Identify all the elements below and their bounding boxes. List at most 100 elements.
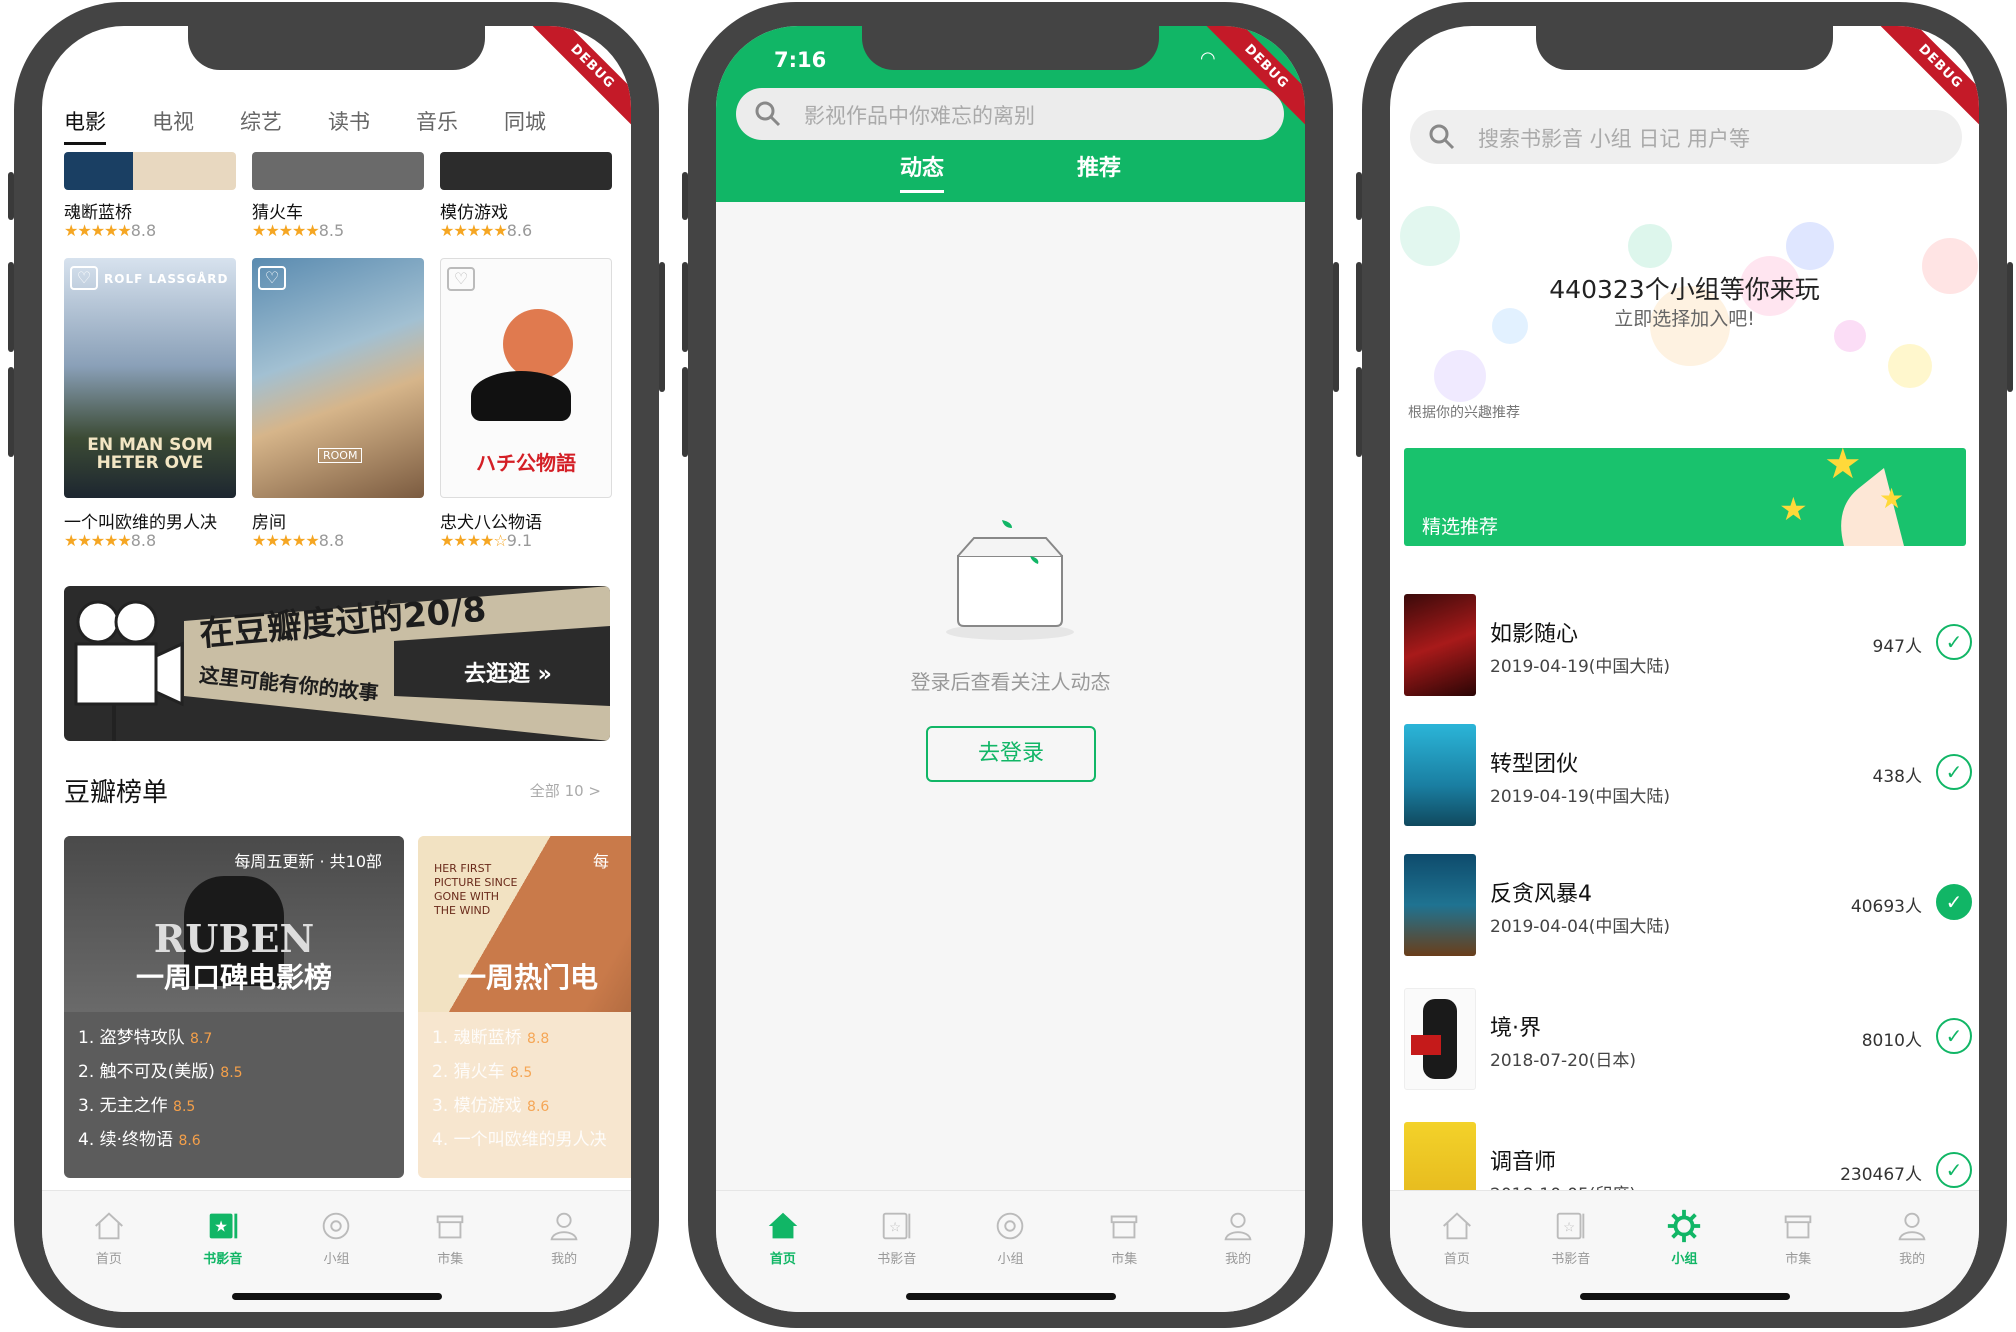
profile-icon [550, 1212, 578, 1241]
tab-books[interactable]: 读书 [328, 106, 370, 145]
recommend-label: 根据你的兴趣推荐 [1408, 405, 1520, 421]
joined-check-icon[interactable]: ✓ [1936, 884, 1972, 920]
media-icon: ★ [209, 1213, 237, 1239]
list-item[interactable]: 4. 续·终物语 8.6 [78, 1124, 243, 1158]
tab-home[interactable]: 首页 [726, 1191, 840, 1312]
ranking-name: 一周口碑电影榜 [135, 961, 332, 994]
poster-trainspotting[interactable] [252, 152, 424, 190]
add-wishlist-icon: ♡ [70, 266, 98, 290]
stars-icon: ★★★★☆ [440, 531, 508, 550]
list-item[interactable]: 反贪风暴4 2019-04-04(中国大陆) 40693人 ✓ [1404, 854, 1974, 984]
poster-hachiko[interactable]: ♡ ハチ公物語 [440, 258, 612, 498]
join-check-icon[interactable]: ✓ [1936, 754, 1972, 790]
hero-title: 440323个小组等你来玩 [1549, 275, 1820, 304]
home-icon [94, 1212, 123, 1240]
movie-title: 模仿游戏 [440, 203, 508, 223]
rating: ★★★★★8.8 [64, 531, 157, 550]
list-item[interactable]: 境·界 2018-07-20(日本) 8010人 ✓ [1404, 988, 1974, 1118]
stars-icon: ★★★★★ [64, 531, 132, 550]
tab-local[interactable]: 同城 [504, 106, 546, 145]
list-item[interactable]: 2. 触不可及(美版) 8.5 [78, 1056, 243, 1090]
search-icon [755, 101, 781, 127]
groups-icon [1668, 1209, 1701, 1243]
hero-subtitle: 立即选择加入吧! [1614, 308, 1755, 330]
stars-icon: ★★★★★ [64, 221, 132, 240]
group-poster [1404, 988, 1476, 1090]
list-item[interactable]: 1. 盗梦特攻队 8.7 [78, 1022, 243, 1056]
profile-icon [1898, 1212, 1926, 1241]
tab-movie[interactable]: 电影 [64, 106, 106, 145]
tab-variety[interactable]: 综艺 [240, 106, 282, 145]
ranking-list: 1. 魂断蓝桥 8.8 2. 猜火车 8.5 3. 模仿游戏 8.6 4. 一个… [432, 1022, 607, 1157]
svg-text:☆: ☆ [889, 1221, 901, 1236]
poster-room[interactable]: ♡ ROOM [252, 258, 424, 498]
home-indicator [1580, 1293, 1790, 1300]
group-poster [1404, 854, 1476, 956]
rating: ★★★★★8.5 [252, 221, 345, 240]
join-check-icon[interactable]: ✓ [1936, 624, 1972, 660]
join-check-icon[interactable]: ✓ [1936, 1018, 1972, 1054]
add-wishlist-icon: ♡ [447, 267, 475, 291]
screen-3: DEBUG 搜索书影音 小组 日记 用户等 440323个小组等你来玩 立即选择… [1390, 26, 1979, 1312]
group-poster [1404, 594, 1476, 696]
tab-tv[interactable]: 电视 [152, 106, 194, 145]
svg-text:★: ★ [1824, 448, 1862, 488]
status-time: 7:16 [774, 48, 827, 72]
rating: ★★★★☆9.1 [440, 531, 533, 550]
group-poster [1404, 724, 1476, 826]
list-item[interactable]: 3. 模仿游戏 8.6 [432, 1090, 607, 1124]
tab-home[interactable]: 首页 [52, 1191, 166, 1312]
dog-image [503, 309, 573, 379]
home-icon [1442, 1212, 1471, 1240]
list-item[interactable]: 4. 一个叫欧维的男人决 [432, 1124, 607, 1157]
hat-image [471, 371, 571, 421]
svg-text:★: ★ [1779, 490, 1808, 528]
screen-2: DEBUG 7:16 ◠ 影视作品中你难忘的离别 动态 推荐 登录后查看关注人动… [716, 26, 1305, 1312]
search-bar[interactable]: 搜索书影音 小组 日记 用户等 [1410, 110, 1962, 164]
see-all-link[interactable]: 全部 10 > [530, 780, 601, 801]
promo-banner[interactable]: 在豆瓣度过的20/8 这里可能有你的故事 去逛逛 » [64, 586, 610, 741]
movie-title: 一个叫欧维的男人决 [64, 513, 217, 533]
movie-title: 猜火车 [252, 203, 303, 223]
list-item[interactable]: 2. 猜火车 8.5 [432, 1056, 607, 1090]
home-indicator [906, 1293, 1116, 1300]
login-button[interactable]: 去登录 [926, 726, 1096, 782]
rating: ★★★★★8.6 [440, 221, 533, 240]
empty-box-icon [946, 520, 1074, 640]
home-icon [768, 1212, 798, 1239]
tab-home[interactable]: 首页 [1400, 1191, 1514, 1312]
tab-profile[interactable]: 我的 [1855, 1191, 1969, 1312]
list-item[interactable]: 1. 魂断蓝桥 8.8 [432, 1022, 607, 1056]
tab-feed[interactable]: 动态 [900, 150, 945, 193]
poster-ove[interactable]: ♡ ROLF LASSGÅRD EN MAN SOM HETER OVE [64, 258, 236, 498]
tab-profile[interactable]: 我的 [1181, 1191, 1295, 1312]
ranking-card[interactable]: RUBEN 每周五更新 · 共10部 一周口碑电影榜 1. 盗梦特攻队 8.7 … [64, 836, 404, 1178]
groups-icon [997, 1212, 1024, 1240]
market-icon [1784, 1215, 1812, 1239]
poster-waterloo[interactable] [64, 152, 236, 190]
list-item[interactable]: 3. 无主之作 8.5 [78, 1090, 243, 1124]
featured-label: 精选推荐 [1422, 516, 1499, 538]
ranking-card[interactable]: HER FIRST PICTURE SINCE GONE WITH THE WI… [418, 836, 631, 1178]
list-item[interactable]: 转型团伙 2019-04-19(中国大陆) 438人 ✓ [1404, 724, 1974, 854]
tab-music[interactable]: 音乐 [416, 106, 458, 145]
update-badge: 每周五更新 · 共10部 [234, 852, 382, 871]
movie-title: 房间 [252, 513, 286, 533]
ranking-list: 1. 盗梦特攻队 8.7 2. 触不可及(美版) 8.5 3. 无主之作 8.5… [78, 1022, 243, 1158]
list-item[interactable]: 如影随心 2019-04-19(中国大陆) 947人 ✓ [1404, 594, 1974, 724]
join-check-icon[interactable]: ✓ [1936, 1152, 1972, 1188]
movie-title: 忠犬八公物语 [440, 513, 542, 533]
groups-icon [323, 1212, 350, 1240]
movie-title: 魂断蓝桥 [64, 203, 132, 223]
banner-cta[interactable]: 去逛逛 » [464, 656, 552, 688]
tab-recommend[interactable]: 推荐 [1077, 150, 1121, 182]
tab-profile[interactable]: 我的 [507, 1191, 621, 1312]
section-title: 豆瓣榜单 [64, 778, 169, 808]
wifi-icon: ◠ [1200, 48, 1216, 69]
featured-banner[interactable]: ★ ★ ★ 精选推荐 [1404, 448, 1966, 546]
svg-text:☆: ☆ [1563, 1221, 1575, 1236]
ranking-name: 一周热门电 [458, 961, 599, 994]
search-placeholder: 搜索书影音 小组 日记 用户等 [1478, 127, 1751, 151]
search-bar[interactable]: 影视作品中你难忘的离别 [736, 88, 1284, 140]
poster-imitation-game[interactable] [440, 152, 612, 190]
